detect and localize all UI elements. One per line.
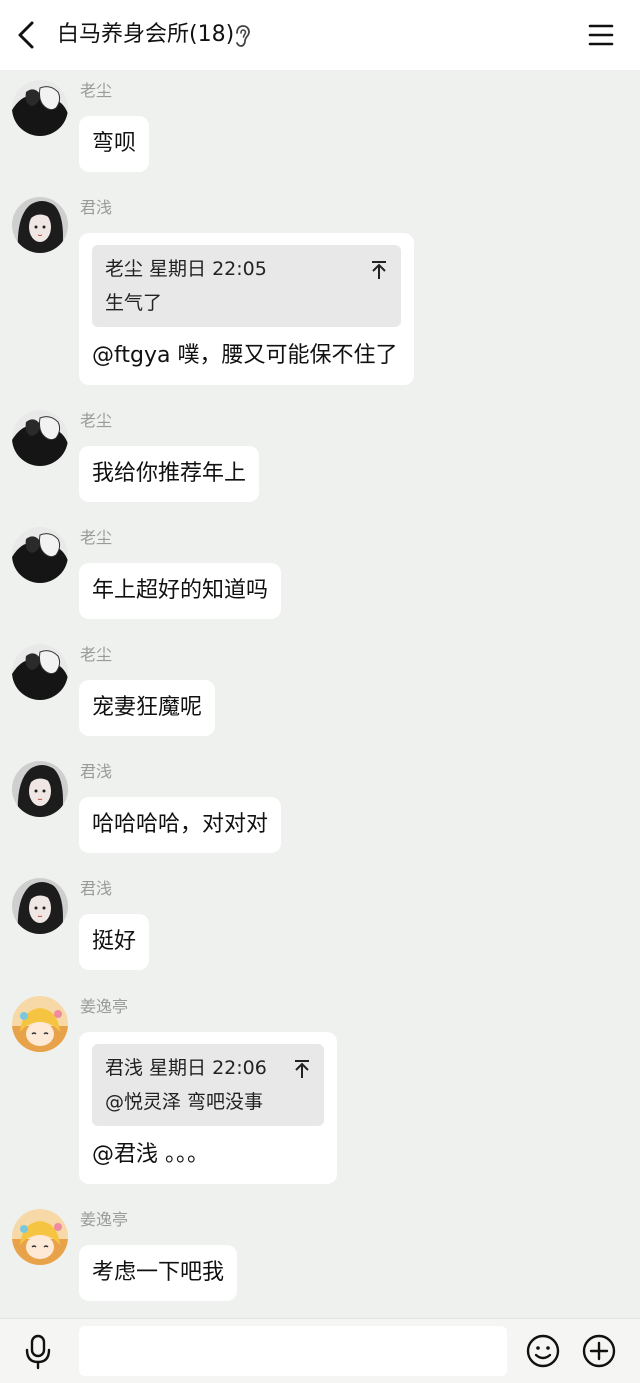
sender-name: 姜逸亭 <box>80 1210 129 1229</box>
sender-name: 君浅 <box>80 879 113 898</box>
message-bubble[interactable]: 哈哈哈哈，对对对 <box>79 797 282 853</box>
quoted-message[interactable]: 君浅 星期日 22:06 @悦灵泽 弯吧没事 <box>92 1044 324 1126</box>
sender-name: 君浅 <box>80 762 113 781</box>
avatar-jiangyiting[interactable] <box>12 1209 68 1265</box>
message-bubble[interactable]: 挺好 <box>79 914 150 970</box>
quoted-message-text: 生气了 <box>105 292 163 314</box>
back-icon[interactable] <box>12 18 42 52</box>
pin-icon <box>295 1060 309 1078</box>
message-text: @ftgya 噗，腰又可能保不住了 <box>92 343 398 368</box>
avatar-junqian[interactable] <box>12 878 68 934</box>
input-bar <box>0 1318 640 1383</box>
sender-name: 老尘 <box>80 528 113 547</box>
avatar-junqian[interactable] <box>12 761 68 817</box>
avatar-junqian[interactable] <box>12 197 68 253</box>
message-input[interactable] <box>79 1326 507 1376</box>
pin-icon <box>372 261 386 279</box>
message-bubble[interactable]: 宠妻狂魔呢 <box>79 680 216 736</box>
avatar-laochen[interactable] <box>12 410 68 466</box>
chat-header: 白马养身会所(18) <box>0 0 640 70</box>
mic-icon[interactable] <box>22 1334 54 1370</box>
plus-icon[interactable] <box>582 1334 616 1368</box>
quoted-message-text: @悦灵泽 弯吧没事 <box>105 1091 264 1113</box>
sender-name: 君浅 <box>80 198 113 217</box>
message-bubble[interactable]: 考虑一下吧我 <box>79 1245 238 1301</box>
quoted-message-header: 君浅 星期日 22:06 <box>105 1057 267 1079</box>
ear-icon <box>236 25 250 47</box>
avatar-laochen[interactable] <box>12 80 68 136</box>
avatar-jiangyiting[interactable] <box>12 996 68 1052</box>
avatar-laochen[interactable] <box>12 644 68 700</box>
reply-message-bubble[interactable]: 君浅 星期日 22:06 @悦灵泽 弯吧没事 @君浅 。。。 <box>79 1032 337 1184</box>
quoted-message[interactable]: 老尘 星期日 22:05 生气了 <box>92 245 401 327</box>
message-bubble[interactable]: 我给你推荐年上 <box>79 446 260 502</box>
message-text: @君浅 。。。 <box>92 1142 209 1167</box>
reply-message-bubble[interactable]: 老尘 星期日 22:05 生气了 @ftgya 噗，腰又可能保不住了 <box>79 233 414 385</box>
group-title: 白马养身会所(18) <box>57 22 235 47</box>
emoji-icon[interactable] <box>526 1334 560 1368</box>
avatar-laochen[interactable] <box>12 527 68 583</box>
sender-name: 老尘 <box>80 81 113 100</box>
message-bubble[interactable]: 弯呗 <box>79 116 150 172</box>
sender-name: 姜逸亭 <box>80 997 129 1016</box>
menu-icon[interactable] <box>586 20 616 50</box>
sender-name: 老尘 <box>80 645 113 664</box>
chat-message-list[interactable]: 老尘 弯呗 君浅 老尘 星期日 22:05 生气了 @ftgya 噗，腰又可能保… <box>0 70 640 1318</box>
quoted-message-header: 老尘 星期日 22:05 <box>105 258 267 280</box>
sender-name: 老尘 <box>80 411 113 430</box>
message-bubble[interactable]: 年上超好的知道吗 <box>79 563 282 619</box>
